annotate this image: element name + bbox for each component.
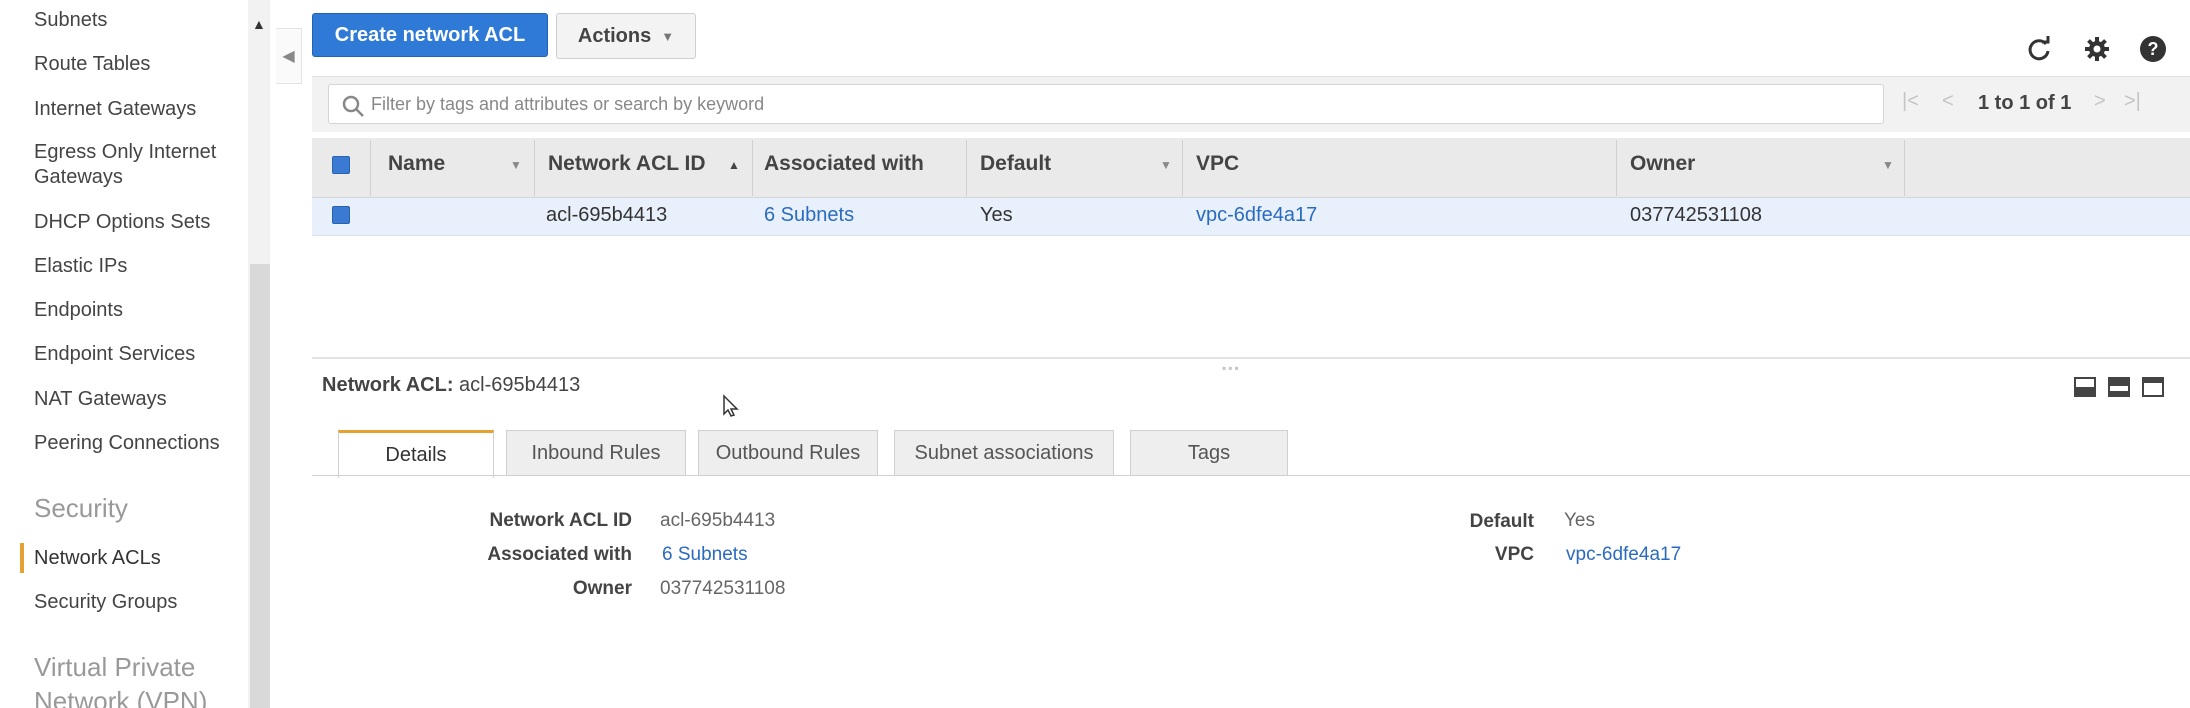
column-header-default[interactable]: Default	[980, 152, 1051, 176]
drag-handle-icon[interactable]: ▪▪▪	[1222, 361, 1241, 375]
cell-associated-with-link[interactable]: 6 Subnets	[764, 204, 854, 227]
sidebar-item-label-line1: Egress Only Internet	[34, 141, 217, 163]
select-all-checkbox[interactable]	[332, 156, 350, 174]
svg-text:?: ?	[2148, 39, 2159, 59]
first-page-icon[interactable]: |<	[1902, 90, 1919, 113]
network-acl-id-value: acl-695b4413	[660, 510, 776, 531]
panel-title-label: Network ACL:	[322, 374, 454, 396]
search-icon	[342, 95, 364, 117]
cell-default: Yes	[980, 204, 1013, 226]
vpc-link[interactable]: vpc-6dfe4a17	[1566, 544, 1681, 566]
sidebar-heading-vpn-line1: Virtual Private	[34, 652, 196, 682]
column-separator	[534, 140, 535, 196]
gear-icon[interactable]	[2082, 34, 2112, 64]
tab-outbound-rules[interactable]: Outbound Rules	[698, 430, 878, 476]
sort-icon[interactable]: ▼	[510, 158, 522, 172]
tab-tags[interactable]: Tags	[1130, 430, 1288, 476]
sidebar-item-route-tables[interactable]: Route Tables	[34, 52, 150, 77]
cell-network-acl-id: acl-695b4413	[546, 204, 668, 226]
mouse-cursor-icon	[723, 394, 739, 417]
column-header-associated-with[interactable]: Associated with	[764, 152, 924, 176]
tab-subnet-associations[interactable]: Subnet associations	[894, 430, 1114, 476]
sort-ascending-icon[interactable]: ▲	[728, 158, 740, 172]
sidebar-item-internet-gateways[interactable]: Internet Gateways	[34, 97, 196, 122]
vpc-label: VPC	[1494, 544, 1534, 565]
collapse-sidebar-icon[interactable]: ◀	[276, 28, 302, 84]
help-icon[interactable]: ?	[2138, 34, 2168, 64]
sort-icon[interactable]: ▼	[1882, 158, 1894, 172]
sidebar-item-network-acls[interactable]: Network ACLs	[34, 546, 161, 571]
cell-owner: 037742531108	[1630, 204, 1762, 226]
column-separator	[370, 140, 371, 196]
last-page-icon[interactable]: >|	[2124, 90, 2141, 113]
column-header-name[interactable]: Name	[388, 152, 445, 176]
panel-title: Network ACL: acl-695b4413	[322, 374, 580, 397]
sidebar-item-label-line2: Gateways	[34, 166, 123, 188]
network-acl-id-label: Network ACL ID	[489, 510, 632, 531]
sidebar-heading-vpn: Virtual Private Network (VPN)	[34, 650, 207, 708]
sidebar-item-nat-gateways[interactable]: NAT Gateways	[34, 387, 167, 412]
layout-split-panel-icon[interactable]	[2108, 377, 2130, 397]
column-header-owner[interactable]: Owner	[1630, 152, 1695, 176]
column-separator	[1904, 140, 1905, 196]
sidebar-item-endpoint-services[interactable]: Endpoint Services	[34, 342, 195, 367]
tab-details[interactable]: Details	[338, 430, 494, 478]
sidebar-heading-security: Security	[34, 493, 128, 523]
row-checkbox[interactable]	[332, 206, 350, 224]
sidebar-item-dhcp-options-sets[interactable]: DHCP Options Sets	[34, 210, 210, 235]
sidebar-item-endpoints[interactable]: Endpoints	[34, 298, 123, 323]
associated-with-link[interactable]: 6 Subnets	[662, 544, 748, 566]
column-separator	[1182, 140, 1183, 196]
column-separator	[1616, 140, 1617, 196]
chevron-down-icon: ▼	[661, 28, 675, 44]
create-network-acl-button[interactable]: Create network ACL	[312, 13, 548, 57]
sidebar-heading-vpn-line2: Network (VPN)	[34, 686, 208, 708]
actions-label: Actions	[577, 24, 652, 47]
scroll-up-arrow-icon[interactable]: ▲	[252, 16, 266, 32]
column-header-vpc[interactable]: VPC	[1196, 152, 1239, 176]
layout-bottom-panel-icon[interactable]	[2074, 377, 2096, 397]
cell-vpc-link[interactable]: vpc-6dfe4a17	[1196, 204, 1317, 227]
column-separator	[966, 140, 967, 196]
sidebar-item-subnets[interactable]: Subnets	[34, 8, 107, 33]
previous-page-icon[interactable]: <	[1942, 90, 1954, 113]
owner-label: Owner	[572, 578, 632, 599]
layout-top-panel-icon[interactable]	[2142, 377, 2164, 397]
sidebar-item-security-groups[interactable]: Security Groups	[34, 590, 177, 615]
default-value: Yes	[1564, 510, 1595, 531]
associated-with-label: Associated with	[487, 544, 632, 565]
search-input[interactable]	[371, 85, 1871, 123]
next-page-icon[interactable]: >	[2094, 90, 2106, 113]
panel-title-value: acl-695b4413	[459, 374, 581, 396]
sidebar-item-egress-only-internet-gateways[interactable]: Egress Only Internet Gateways	[34, 140, 216, 190]
sidebar-item-peering-connections[interactable]: Peering Connections	[34, 431, 220, 456]
column-header-network-acl-id[interactable]: Network ACL ID	[548, 152, 706, 176]
sidebar-scrollbar-thumb[interactable]	[250, 264, 270, 708]
tab-underline	[312, 475, 2190, 476]
owner-value: 037742531108	[660, 578, 786, 599]
active-indicator	[20, 543, 24, 573]
sidebar: Subnets Route Tables Internet Gateways E…	[0, 0, 250, 708]
column-separator	[752, 140, 753, 196]
sidebar-item-elastic-ips[interactable]: Elastic IPs	[34, 254, 127, 279]
sort-icon[interactable]: ▼	[1160, 158, 1172, 172]
search-box[interactable]	[328, 84, 1884, 124]
refresh-icon[interactable]	[2024, 34, 2054, 64]
pagination-text: 1 to 1 of 1	[1978, 92, 2072, 114]
default-label: Default	[1469, 511, 1534, 532]
actions-dropdown-button[interactable]: Actions ▼	[556, 13, 696, 59]
panel-splitter[interactable]	[312, 357, 2190, 359]
tab-inbound-rules[interactable]: Inbound Rules	[506, 430, 686, 476]
